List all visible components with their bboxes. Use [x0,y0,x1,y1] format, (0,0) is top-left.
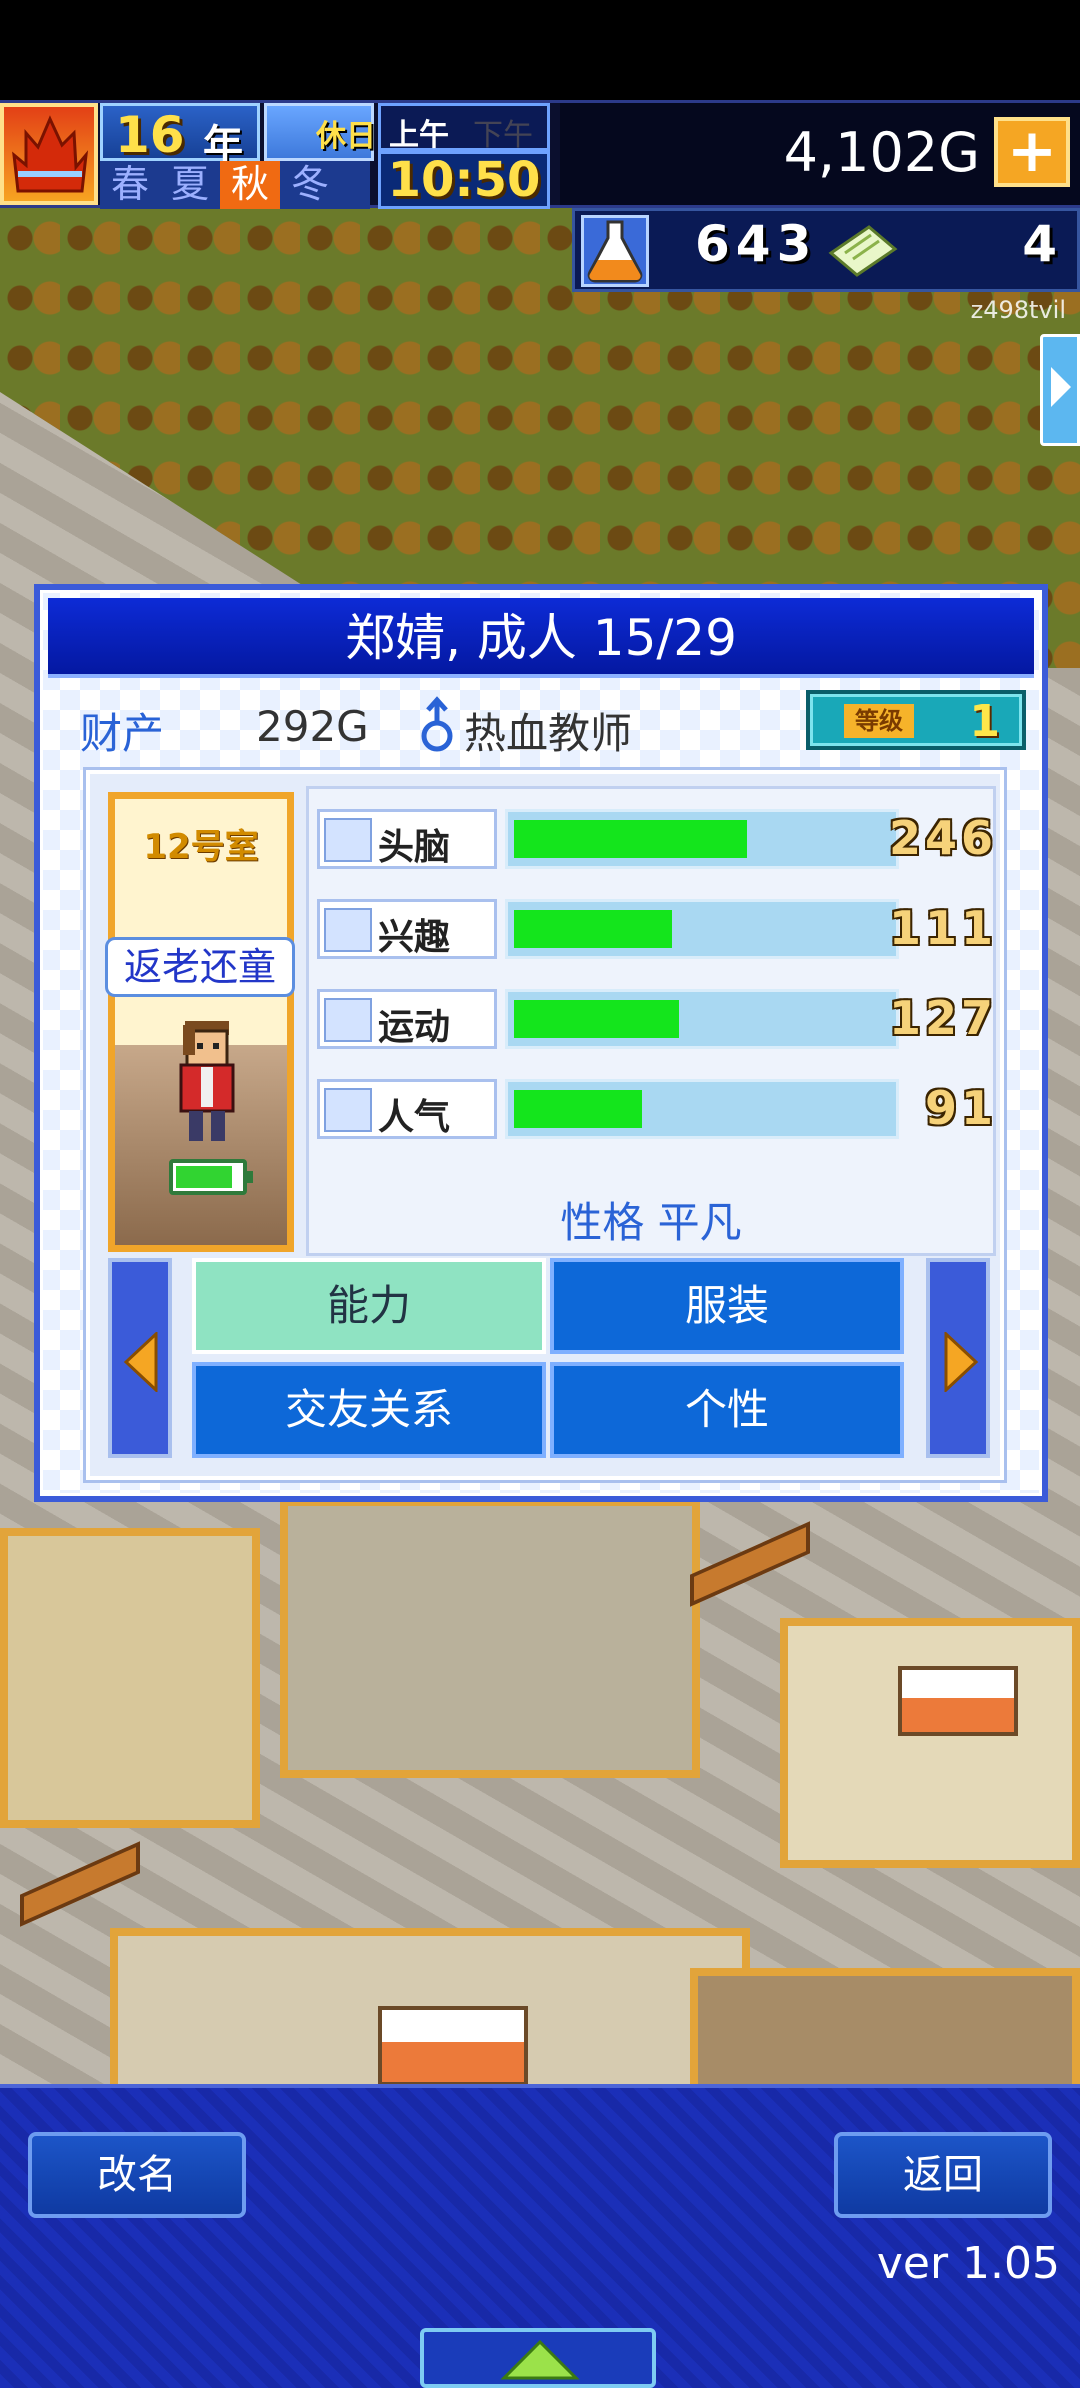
stats-panel: 头脑 246 兴趣 111 运动 127 人气 91 性格 平凡 [306,786,996,1256]
stat-name: 人气 [378,1097,451,1138]
arrow-left-icon [123,1332,158,1392]
tickets-value: 4 [1022,215,1057,273]
character-detail-panel: 12号室 返老还童 头脑 246 兴趣 111 运动 127 人气 91 性格 … [86,770,1004,1480]
character-title: 郑婧, 成人 15/29 [48,598,1034,678]
bed [378,2006,528,2084]
season-autumn: 秋 [220,161,280,209]
stat-bar [505,989,899,1049]
season-indicator: 春 夏 秋 冬 [100,161,370,209]
character-portrait: 12号室 返老还童 [105,792,295,1252]
room-building[interactable] [0,1528,260,1828]
next-character-button[interactable] [926,1258,990,1458]
stat-label: 运动 [317,989,497,1049]
tab-personality[interactable]: 个性 [550,1362,904,1458]
room-building[interactable] [690,1968,1080,2084]
season-summer: 夏 [170,162,209,206]
interest-icon [324,908,372,952]
top-status-bar: 16 年 春 夏 秋 冬 休日 上午 下午 10:50 4,102G + [0,100,1080,209]
stat-row-sport: 运动 127 [317,989,997,1049]
year-number: 16 [115,106,185,164]
stat-name: 运动 [378,1007,451,1048]
bed [898,1666,1018,1736]
year-display: 16 年 [100,103,260,168]
stat-bar-fill [514,1090,642,1128]
property-value: 292G [256,702,369,751]
flask-icon [581,215,649,287]
resource-bar: 643 4 [572,208,1080,292]
back-button[interactable]: 返回 [834,2132,1052,2218]
money-value: 4,102G [783,121,980,184]
day-type: 休日 [316,119,376,154]
user-id: z498tvil [970,296,1066,324]
room-number: 12号室 [143,827,259,867]
bottom-bar: 改名 返回 ver 1.05 [0,2084,1080,2388]
arrow-right-icon [944,1332,979,1392]
bench [690,1521,810,1607]
male-gender-icon [421,696,453,752]
tab-clothing[interactable]: 服装 [550,1258,904,1354]
character-sprite [179,1021,235,1141]
stat-name: 头脑 [378,827,451,868]
am-pm-indicator: 上午 下午 [378,103,550,153]
stat-label: 人气 [317,1079,497,1139]
room-building[interactable] [280,1498,700,1778]
am-label: 上午 [389,118,449,153]
research-points-value: 643 [695,215,818,273]
job-title: 热血教师 [464,709,633,758]
trait-label: 返老还童 [105,937,295,997]
ticket-icon [828,225,898,277]
bench [20,1841,140,1927]
level-value: 1 [969,696,1000,747]
personality-text: 性格 平凡 [560,1198,742,1247]
money-panel: 4,102G + [560,103,1080,205]
stat-row-brain: 头脑 246 [317,809,997,869]
room-building[interactable] [110,1928,750,2084]
add-money-button[interactable]: + [994,117,1070,187]
stat-bar [505,1079,899,1139]
stat-label: 兴趣 [317,899,497,959]
stat-value: 91 [924,1081,997,1135]
energy-battery-icon [169,1159,253,1195]
popularity-icon [324,1088,372,1132]
stat-value: 111 [888,901,997,955]
stat-value: 127 [888,991,997,1045]
sport-icon [324,998,372,1042]
stat-row-interest: 兴趣 111 [317,899,997,959]
tab-relationships[interactable]: 交友关系 [192,1362,546,1458]
stat-name: 兴趣 [378,917,451,958]
expand-menu-button[interactable] [420,2328,656,2388]
side-panel-arrow[interactable] [1040,334,1080,446]
season-winter: 冬 [290,162,329,206]
stat-bar-fill [514,1000,679,1038]
previous-character-button[interactable] [108,1258,172,1458]
brain-icon [324,818,372,862]
detail-tabs: 能力 服装 交友关系 个性 [108,1258,990,1462]
stat-bar [505,809,899,869]
arrow-up-icon [500,2339,580,2380]
tab-ability[interactable]: 能力 [192,1258,546,1354]
stat-bar [505,899,899,959]
game-clock: 10:50 [378,151,550,209]
level-label: 等级 [844,704,914,738]
rename-button[interactable]: 改名 [28,2132,246,2218]
level-badge: 等级 1 [806,690,1026,750]
pm-label: 下午 [473,118,533,153]
stat-bar-fill [514,820,747,858]
stat-bar-fill [514,910,672,948]
stat-value: 246 [888,811,997,865]
stat-label: 头脑 [317,809,497,869]
version-label: ver 1.05 [876,2238,1060,2289]
season-spring: 春 [110,162,149,206]
property-label: 财产 [80,709,165,758]
fire-icon[interactable] [0,103,98,205]
character-dialog: 郑婧, 成人 15/29 财产 292G 热血教师 等级 1 12号室 返老还童 [34,584,1048,1502]
room-building[interactable] [780,1618,1080,1868]
stat-row-popularity: 人气 91 [317,1079,997,1139]
